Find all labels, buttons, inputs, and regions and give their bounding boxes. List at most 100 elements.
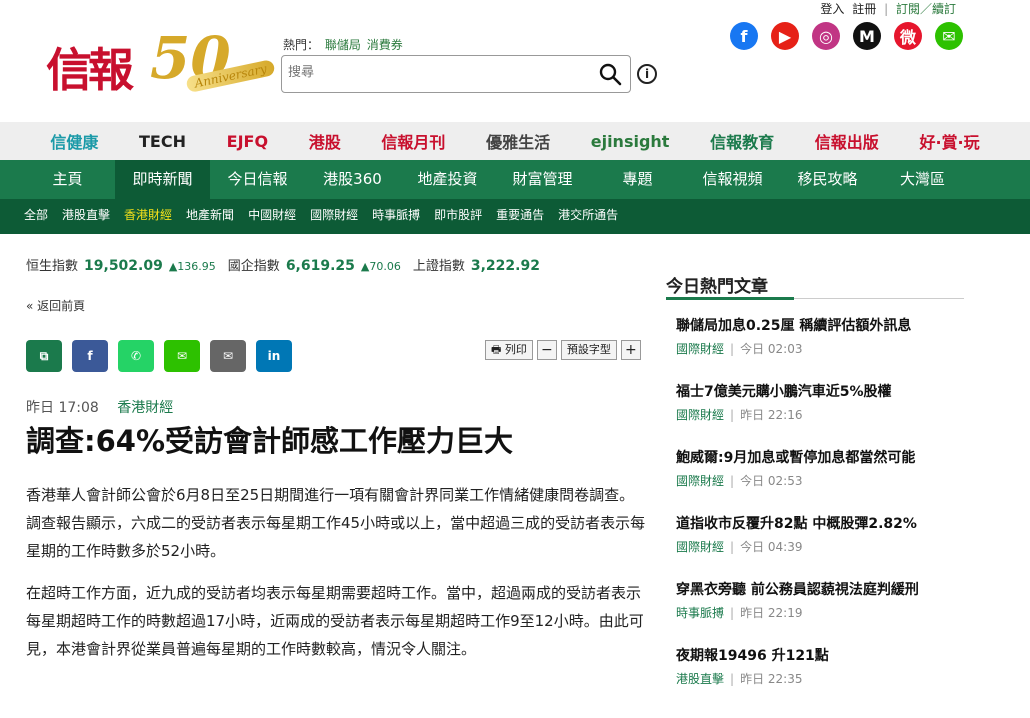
weibo-icon[interactable]: 微 (894, 22, 922, 50)
divider: | (730, 474, 735, 488)
wechat-share-icon[interactable]: ✉ (164, 340, 200, 372)
list-item: 道指收市反覆升82點 中概股彈2.82% 國際財經 | 今日 04:39 (676, 514, 966, 580)
hot-link[interactable]: 消費券 (367, 38, 403, 52)
brand-link[interactable]: ejinsight (591, 132, 670, 151)
sub-nav-item[interactable]: 地產新聞 (186, 199, 234, 234)
print-button[interactable]: 🖶 列印 (485, 340, 533, 360)
article-paragraph: 香港華人會計師公會於6月8日至25日期間進行一項有關會計界同業工作情緒健康問卷調… (26, 486, 646, 560)
sub-nav-item[interactable]: 全部 (24, 199, 48, 234)
popular-article-title[interactable]: 夜期報19496 升121點 (676, 646, 966, 666)
search-box (281, 55, 631, 93)
index-value: 19,502.09 (84, 258, 163, 274)
wechat-icon[interactable]: ✉ (935, 22, 963, 50)
whatsapp-share-icon[interactable]: ✆ (118, 340, 154, 372)
popular-article-category[interactable]: 國際財經 (676, 474, 724, 488)
font-increase-button[interactable]: + (620, 340, 641, 360)
sub-nav-item[interactable]: 時事脈搏 (372, 199, 420, 234)
popular-article-meta: 國際財經 | 今日 02:53 (676, 472, 966, 489)
popular-article-meta: 國際財經 | 今日 04:39 (676, 538, 966, 555)
index-name[interactable]: 國企指數 (228, 259, 280, 274)
subscribe-link[interactable]: 訂閱／續訂 (896, 2, 956, 16)
brand-link[interactable]: 好·賞·玩 (919, 129, 979, 153)
medium-icon[interactable]: M (853, 22, 881, 50)
brand-link[interactable]: 信健康 (50, 129, 98, 153)
logo-text: 信報 (46, 43, 134, 97)
brand-link[interactable]: 港股 (309, 129, 341, 153)
main-nav-item[interactable]: 信報視頻 (685, 160, 780, 199)
back-link[interactable]: « 返回前頁 (26, 297, 85, 314)
instagram-icon[interactable]: ◎ (812, 22, 840, 50)
popular-article-category[interactable]: 國際財經 (676, 342, 724, 356)
hot-topics: 熱門： 聯儲局 消費券 (283, 36, 403, 53)
brand-link[interactable]: 信報出版 (815, 129, 879, 153)
sub-nav-item[interactable]: 港交所通告 (558, 199, 618, 234)
sub-nav-item[interactable]: 港股直擊 (62, 199, 110, 234)
main-nav: 主頁 即時新聞 今日信報 港股360 地產投資 財富管理 專題 信報視頻 移民攻略 大灣區 (0, 160, 1030, 199)
sub-nav-item[interactable]: 國際財經 (310, 199, 358, 234)
popular-article-title[interactable]: 鮑威爾:9月加息或暫停加息都當然可能 (676, 448, 966, 468)
hot-link[interactable]: 聯儲局 (325, 38, 361, 52)
main-nav-item[interactable]: 移民攻略 (780, 160, 875, 199)
font-decrease-button[interactable]: − (536, 340, 557, 360)
print-label: 列印 (504, 343, 527, 356)
email-share-icon[interactable]: ✉ (210, 340, 246, 372)
social-links: f ▶ ◎ M 微 ✉ (730, 22, 963, 50)
index-name[interactable]: 上證指數 (413, 259, 465, 274)
sub-nav-item[interactable]: 即市股評 (434, 199, 482, 234)
divider: | (730, 672, 735, 686)
article-paragraph: 在超時工作方面，近九成的受訪者均表示每星期需要超時工作。當中，超過兩成的受訪者表… (26, 584, 644, 658)
brand-link[interactable]: 信報教育 (710, 129, 774, 153)
popular-article-title[interactable]: 福士7億美元購小鵬汽車近5%股權 (676, 382, 966, 402)
popular-article-category[interactable]: 港股直擊 (676, 672, 724, 686)
search-input[interactable] (288, 65, 588, 80)
facebook-icon[interactable]: f (730, 22, 758, 50)
main-nav-item[interactable]: 大灣區 (875, 160, 970, 199)
list-item: 聯儲局加息0.25厘 稱續評估額外訊息 國際財經 | 今日 02:03 (676, 316, 966, 382)
sub-nav: 全部 港股直擊 香港財經 地產新聞 中國財經 國際財經 時事脈搏 即市股評 重要通告 港交所通告 (0, 199, 1030, 234)
sub-nav-item[interactable]: 香港財經 (124, 199, 172, 234)
popular-article-title[interactable]: 道指收市反覆升82點 中概股彈2.82% (676, 514, 966, 534)
search-icon[interactable] (598, 62, 622, 86)
list-item: 夜期報19496 升121點 港股直擊 | 昨日 22:35 (676, 646, 966, 712)
popular-article-title[interactable]: 穿黑衣旁聽 前公務員認藐視法庭判緩刑 (676, 580, 966, 600)
main-nav-item[interactable]: 地產投資 (400, 160, 495, 199)
font-default-button[interactable]: 預設字型 (560, 340, 617, 360)
popular-article-category[interactable]: 時事脈搏 (676, 606, 724, 620)
main-nav-item[interactable]: 即時新聞 (115, 160, 210, 199)
popular-article-meta: 港股直擊 | 昨日 22:35 (676, 670, 966, 687)
main-nav-item[interactable]: 港股360 (305, 160, 400, 199)
divider: | (730, 606, 735, 620)
brand-link[interactable]: EJFQ (227, 132, 268, 151)
popular-article-category[interactable]: 國際財經 (676, 408, 724, 422)
main-nav-item[interactable]: 專題 (590, 160, 685, 199)
facebook-share-icon[interactable]: f (72, 340, 108, 372)
sub-nav-item[interactable]: 中國財經 (248, 199, 296, 234)
popular-article-meta: 時事脈搏 | 昨日 22:19 (676, 604, 966, 621)
popular-article-title[interactable]: 聯儲局加息0.25厘 稱續評估額外訊息 (676, 316, 966, 336)
register-link[interactable]: 註冊 (852, 2, 876, 16)
site-header: 信報 50 Anniversary 熱門： 聯儲局 消費券 i 登入 註冊 | … (0, 0, 1030, 122)
site-logo[interactable]: 信報 50 Anniversary (46, 24, 277, 97)
youtube-icon[interactable]: ▶ (771, 22, 799, 50)
main-nav-item[interactable]: 財富管理 (495, 160, 590, 199)
brand-link[interactable]: TECH (139, 132, 186, 151)
linkedin-share-icon[interactable]: in (256, 340, 292, 372)
popular-article-time: 今日 04:39 (740, 540, 803, 554)
main-nav-item[interactable]: 主頁 (20, 160, 115, 199)
divider: | (730, 408, 735, 422)
brand-link[interactable]: 信報月刊 (381, 129, 445, 153)
copy-link-icon[interactable]: ⧉ (26, 340, 62, 372)
main-nav-item[interactable]: 今日信報 (210, 160, 305, 199)
index-value: 3,222.92 (470, 258, 540, 274)
share-bar: ⧉ f ✆ ✉ ✉ in (26, 340, 292, 372)
brand-link[interactable]: 優雅生活 (486, 129, 550, 153)
login-link[interactable]: 登入 (820, 2, 844, 16)
article-category[interactable]: 香港財經 (117, 400, 173, 416)
popular-article-category[interactable]: 國際財經 (676, 540, 724, 554)
article-tools: 🖶 列印 − 預設字型 + (485, 340, 641, 360)
sub-nav-item[interactable]: 重要通告 (496, 199, 544, 234)
info-icon[interactable]: i (637, 64, 657, 84)
popular-article-time: 昨日 22:16 (740, 408, 803, 422)
sidebar-title: 今日熱門文章 (666, 277, 768, 297)
index-name[interactable]: 恒生指數 (26, 259, 78, 274)
